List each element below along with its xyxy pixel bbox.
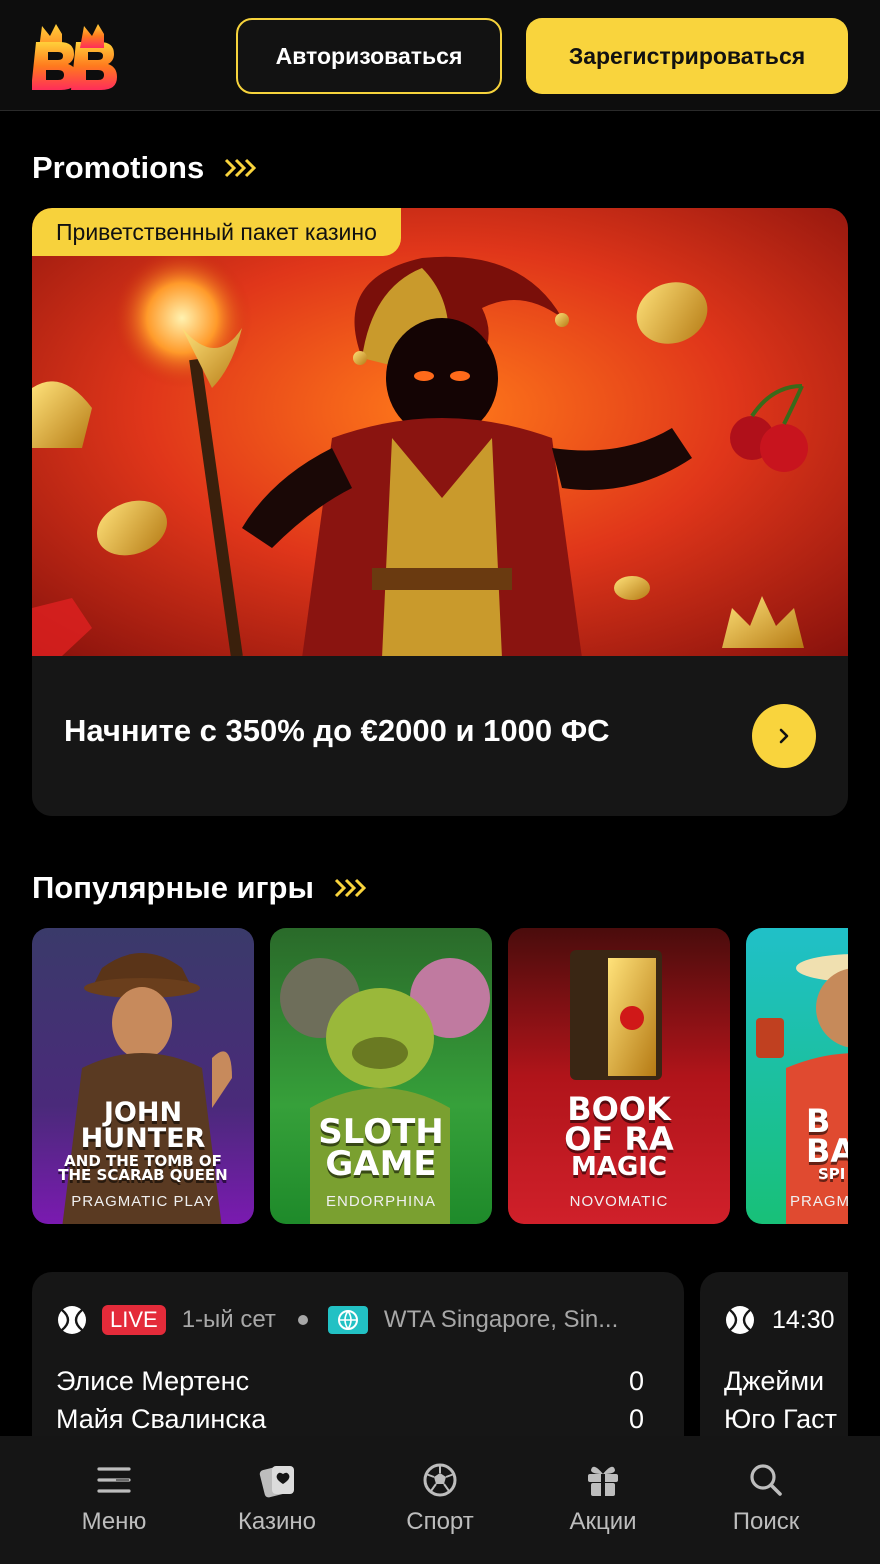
nav-label: Акции <box>569 1508 637 1535</box>
game-title-line2: GAME <box>325 1144 437 1185</box>
nav-casino[interactable]: Казино <box>207 1436 347 1564</box>
promotions-title: Promotions <box>32 150 205 185</box>
tennis-ball-icon <box>58 1306 86 1334</box>
team-away: Майя Свалинска <box>56 1404 267 1434</box>
match-meta-row: 14:30 <box>724 1304 835 1336</box>
team-away: Юго Гаст <box>724 1404 838 1434</box>
bottom-navigation: Меню Казино Спорт Акции Поиск <box>0 1436 880 1564</box>
match-meta-row: LIVE 1-ый сет WTA Singapore, Sin... <box>56 1304 618 1336</box>
nav-label: Поиск <box>732 1508 800 1535</box>
tennis-ball-icon <box>726 1306 754 1334</box>
score-away: 0 <box>628 1404 644 1434</box>
register-button[interactable]: Зарегистрироваться <box>526 18 848 94</box>
score-home: 0 <box>628 1366 644 1396</box>
team-home: Джейми <box>724 1366 825 1396</box>
match-tournament: WTA Singapore, Sin... <box>383 1306 619 1333</box>
header: Авторизоваться Зарегистрироваться <box>0 0 880 111</box>
chevron-right-icon <box>779 728 789 744</box>
match-time: 14:30 <box>772 1305 835 1334</box>
nav-label: Меню <box>81 1508 147 1535</box>
game-title-line2: BA <box>806 1132 848 1171</box>
nav-label: Казино <box>237 1508 317 1535</box>
game-provider: ENDORPHINA <box>325 1193 436 1210</box>
game-title-line2: HUNTER <box>80 1122 206 1154</box>
nav-label: Спорт <box>406 1508 474 1535</box>
game-provider: PRAGMATIC PLAY <box>71 1193 215 1210</box>
gift-icon <box>588 1466 618 1496</box>
game-tile[interactable]: BOOK OF RA MAGIC NOVOMATIC <box>508 928 730 1224</box>
triple-chevron-icon <box>334 878 367 898</box>
team-home: Элисе Мертенс <box>56 1366 250 1396</box>
match-period: 1-ый сет <box>181 1306 276 1333</box>
game-provider: NOVOMATIC <box>569 1193 669 1210</box>
cards-icon <box>259 1466 294 1498</box>
games-carousel[interactable]: JOHN HUNTER AND THE TOMB OF THE SCARAB Q… <box>32 928 848 1224</box>
live-badge: LIVE <box>102 1305 166 1335</box>
game-tile[interactable]: JOHN HUNTER AND THE TOMB OF THE SCARAB Q… <box>32 928 254 1224</box>
menu-icon <box>97 1467 131 1493</box>
promo-text: Начните с 350% до €2000 и 1000 ФС <box>64 713 610 748</box>
soccer-ball-icon <box>423 1463 457 1497</box>
game-title-line3: MAGIC <box>570 1151 668 1182</box>
triple-chevron-icon <box>225 158 257 178</box>
separator-dot <box>297 1315 308 1325</box>
game-tile[interactable]: B BA SPI PRAGM <box>746 928 848 1224</box>
nav-promotions[interactable]: Акции <box>533 1436 673 1564</box>
promo-arrow-button[interactable] <box>752 704 816 768</box>
game-provider: PRAGM <box>790 1193 848 1210</box>
bb-logo[interactable] <box>31 18 118 94</box>
promotions-heading[interactable]: Promotions <box>32 150 258 186</box>
promo-tag: Приветственный пакет казино <box>32 208 401 256</box>
game-subtitle: AND THE TOMB OF THE SCARAB QUEEN <box>58 1152 228 1185</box>
popular-games-title: Популярные игры <box>32 870 314 905</box>
game-title-line1: JOHN <box>103 1097 183 1128</box>
popular-games-heading[interactable]: Популярные игры <box>32 870 368 906</box>
globe-icon <box>327 1306 368 1334</box>
nav-menu[interactable]: Меню <box>44 1436 184 1564</box>
promo-card[interactable]: Приветственный пакет казино Начните с 35… <box>32 208 848 816</box>
nav-sport[interactable]: Спорт <box>370 1436 510 1564</box>
search-icon <box>750 1464 782 1496</box>
game-tile[interactable]: SLOTH GAME ENDORPHINA <box>270 928 492 1224</box>
jester-promo-image <box>32 208 848 656</box>
nav-search[interactable]: Поиск <box>696 1436 836 1564</box>
promo-footer: Начните с 350% до €2000 и 1000 ФС <box>32 656 848 816</box>
game-title-line2: OF RA <box>564 1120 674 1159</box>
login-button[interactable]: Авторизоваться <box>236 18 502 94</box>
